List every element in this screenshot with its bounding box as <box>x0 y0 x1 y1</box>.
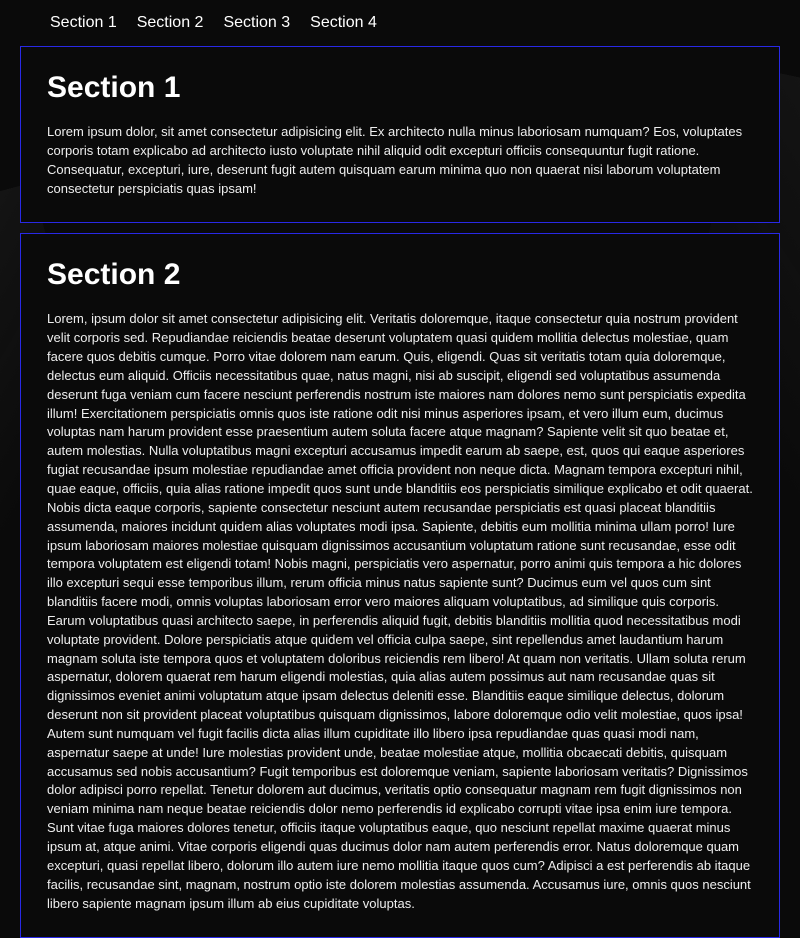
nav-link-section-2[interactable]: Section 2 <box>137 14 204 32</box>
section-2-body: Lorem, ipsum dolor sit amet consectetur … <box>47 310 753 913</box>
section-2-title: Section 2 <box>47 258 753 292</box>
page-container: Section 1 Section 2 Section 3 Section 4 … <box>10 0 790 938</box>
section-1: Section 1 Lorem ipsum dolor, sit amet co… <box>20 46 780 223</box>
section-2: Section 2 Lorem, ipsum dolor sit amet co… <box>20 233 780 938</box>
section-1-title: Section 1 <box>47 71 753 105</box>
nav-link-section-3[interactable]: Section 3 <box>223 14 290 32</box>
nav-link-section-1[interactable]: Section 1 <box>50 14 117 32</box>
top-nav: Section 1 Section 2 Section 3 Section 4 <box>20 0 780 46</box>
nav-link-section-4[interactable]: Section 4 <box>310 14 377 32</box>
section-1-body: Lorem ipsum dolor, sit amet consectetur … <box>47 123 753 198</box>
